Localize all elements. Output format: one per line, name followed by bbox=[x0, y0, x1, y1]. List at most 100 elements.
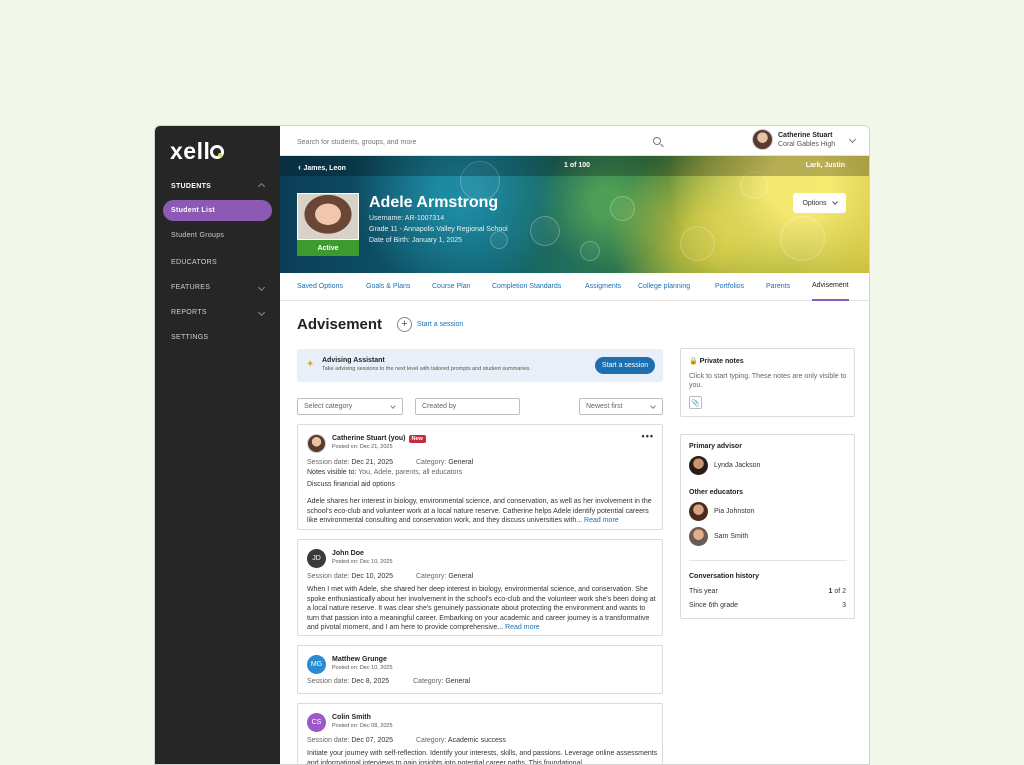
history-value: 3 bbox=[842, 602, 846, 609]
sidebar-item-student-groups[interactable]: Student Groups bbox=[163, 225, 272, 246]
paperclip-icon[interactable]: 📎 bbox=[689, 396, 702, 409]
tab-college-planning[interactable]: College planning bbox=[638, 273, 715, 301]
sidebar-item-settings[interactable]: SETTINGS bbox=[155, 325, 280, 350]
sidebar-item-students[interactable]: STUDENTS bbox=[155, 178, 280, 194]
more-options-icon[interactable]: ••• bbox=[642, 431, 654, 441]
session-date: Dec 21, 2025 bbox=[351, 459, 394, 466]
sparkle-icon: ✦ bbox=[306, 359, 315, 370]
history-value: 1 bbox=[828, 588, 833, 595]
other-educators-title: Other educators bbox=[689, 489, 744, 496]
tab-advisement[interactable]: Advisement bbox=[812, 273, 849, 301]
sidebar-nav: STUDENTS Student List Student Groups EDU… bbox=[155, 178, 280, 350]
student-navigation: James, Leon 1 of 100 Lark, Justin bbox=[280, 156, 869, 176]
next-student-link[interactable]: Lark, Justin bbox=[806, 162, 845, 169]
advisement-note[interactable]: CS Colin Smith Posted on: Dec 08, 2025 S… bbox=[297, 703, 663, 765]
sidebar-item-educators[interactable]: EDUCATORS bbox=[155, 250, 280, 275]
tab-saved-options[interactable]: Saved Options bbox=[297, 273, 366, 301]
avatar: MG bbox=[307, 655, 326, 674]
category-label: Category: bbox=[416, 573, 447, 580]
chevron-down-icon bbox=[831, 199, 838, 205]
note-category: General bbox=[448, 459, 474, 466]
advising-assistant-banner: ✦ Advising Assistant Take advising sessi… bbox=[297, 349, 663, 382]
student-dob: Date of Birth: January 1, 2025 bbox=[369, 237, 462, 244]
sidebar-item-reports[interactable]: REPORTS bbox=[155, 300, 280, 325]
chevron-down-icon bbox=[650, 403, 656, 409]
session-date: Dec 8, 2025 bbox=[351, 678, 390, 685]
primary-advisor-title: Primary advisor bbox=[689, 443, 742, 450]
user-avatar[interactable] bbox=[752, 129, 773, 150]
note-author: Colin Smith bbox=[332, 714, 371, 721]
student-position: 1 of 100 bbox=[564, 162, 591, 169]
tab-course-plan[interactable]: Course Plan bbox=[432, 273, 492, 301]
advisement-note[interactable]: Catherine Stuart (you) New Posted on: Dec… bbox=[297, 424, 663, 530]
sidebar-item-features[interactable]: FEATURES bbox=[155, 275, 280, 300]
user-school: Coral Gables High bbox=[778, 141, 836, 148]
lock-icon: 🔒 bbox=[689, 358, 698, 365]
tab-goals-plans[interactable]: Goals & Plans bbox=[366, 273, 432, 301]
note-category: General bbox=[445, 678, 471, 685]
tab-parents[interactable]: Parents bbox=[766, 273, 812, 301]
advisement-note[interactable]: MG Matthew Grunge Posted on: Dec 10, 202… bbox=[297, 645, 663, 694]
user-name: Catherine Stuart bbox=[778, 132, 833, 139]
session-label: Session date: bbox=[307, 573, 350, 580]
prev-student-link[interactable]: James, Leon bbox=[298, 162, 346, 172]
session-date: Dec 07, 2025 bbox=[351, 737, 394, 744]
read-more-link[interactable]: Read more bbox=[505, 624, 540, 631]
avatar bbox=[689, 527, 708, 546]
bokeh-decoration bbox=[610, 196, 635, 221]
tab-completion-standards[interactable]: Completion Standards bbox=[492, 273, 585, 301]
history-label: This year bbox=[689, 588, 718, 595]
bokeh-decoration bbox=[490, 231, 508, 249]
note-subject: Discuss financial aid options bbox=[307, 481, 395, 488]
avatar: CS bbox=[307, 713, 326, 732]
tab-assignments[interactable]: Assigments bbox=[585, 273, 638, 301]
category-select[interactable]: Select category bbox=[297, 398, 403, 415]
sidebar-item-student-list[interactable]: Student List bbox=[163, 200, 272, 221]
posted-date: Posted on: Dec 08, 2025 bbox=[332, 723, 393, 729]
note-body: Initiate your journey with self-reflecti… bbox=[307, 750, 658, 765]
chevron-down-icon bbox=[390, 403, 396, 409]
session-label: Session date: bbox=[307, 459, 350, 466]
assistant-title: Advising Assistant bbox=[322, 357, 385, 364]
created-by-field[interactable]: Created by bbox=[415, 398, 520, 415]
bokeh-decoration bbox=[680, 226, 715, 261]
session-label: Session date: bbox=[307, 737, 350, 744]
page-title: Advisement bbox=[297, 316, 383, 333]
student-banner: James, Leon 1 of 100 Lark, Justin Active… bbox=[280, 156, 869, 273]
advisors-card: Primary advisor Lynda Jackson Other educ… bbox=[680, 434, 855, 619]
advisement-note[interactable]: JD John Doe Posted on: Dec 10, 2025 Sess… bbox=[297, 539, 663, 636]
start-session-button[interactable]: Start a session bbox=[595, 357, 655, 374]
student-tabs: Saved Options Goals & Plans Course Plan … bbox=[280, 273, 869, 301]
assistant-description: Take advising sessions to the next level… bbox=[322, 366, 531, 372]
search-icon[interactable] bbox=[653, 137, 661, 145]
top-bar: Catherine Stuart Coral Gables High bbox=[280, 126, 869, 156]
tab-portfolios[interactable]: Portfolios bbox=[715, 273, 766, 301]
note-author: John Doe bbox=[332, 550, 364, 557]
private-notes-card[interactable]: 🔒 Private notes Click to start typing. T… bbox=[680, 348, 855, 417]
note-category: General bbox=[448, 573, 474, 580]
chevron-down-icon[interactable] bbox=[848, 135, 857, 144]
app-window: xell STUDENTS Student List Student Group… bbox=[154, 125, 870, 765]
category-label: Category: bbox=[413, 678, 444, 685]
note-author: Matthew Grunge bbox=[332, 656, 387, 663]
options-button[interactable]: Options bbox=[793, 193, 846, 213]
category-label: Category: bbox=[416, 737, 447, 744]
read-more-link[interactable]: Read more bbox=[584, 517, 619, 524]
student-name: Adele Armstrong bbox=[369, 194, 499, 211]
xello-logo[interactable]: xell bbox=[170, 138, 225, 165]
divider bbox=[689, 560, 847, 561]
status-badge: Active bbox=[297, 240, 359, 256]
avatar: JD bbox=[307, 549, 326, 568]
history-suffix: of 2 bbox=[834, 588, 846, 595]
sort-select[interactable]: Newest first bbox=[579, 398, 663, 415]
student-username: Username: AR-1007314 bbox=[369, 215, 445, 222]
search-input[interactable] bbox=[297, 136, 662, 148]
start-session-link[interactable]: Start a session bbox=[417, 321, 463, 328]
chevron-up-icon bbox=[257, 182, 266, 190]
add-session-button[interactable]: + bbox=[397, 317, 412, 332]
sidebar: xell STUDENTS Student List Student Group… bbox=[155, 126, 280, 764]
category-label: Category: bbox=[416, 459, 447, 466]
bokeh-decoration bbox=[530, 216, 560, 246]
conversation-history-title: Conversation history bbox=[689, 573, 760, 580]
visible-label: Notes visible to: bbox=[307, 469, 357, 476]
